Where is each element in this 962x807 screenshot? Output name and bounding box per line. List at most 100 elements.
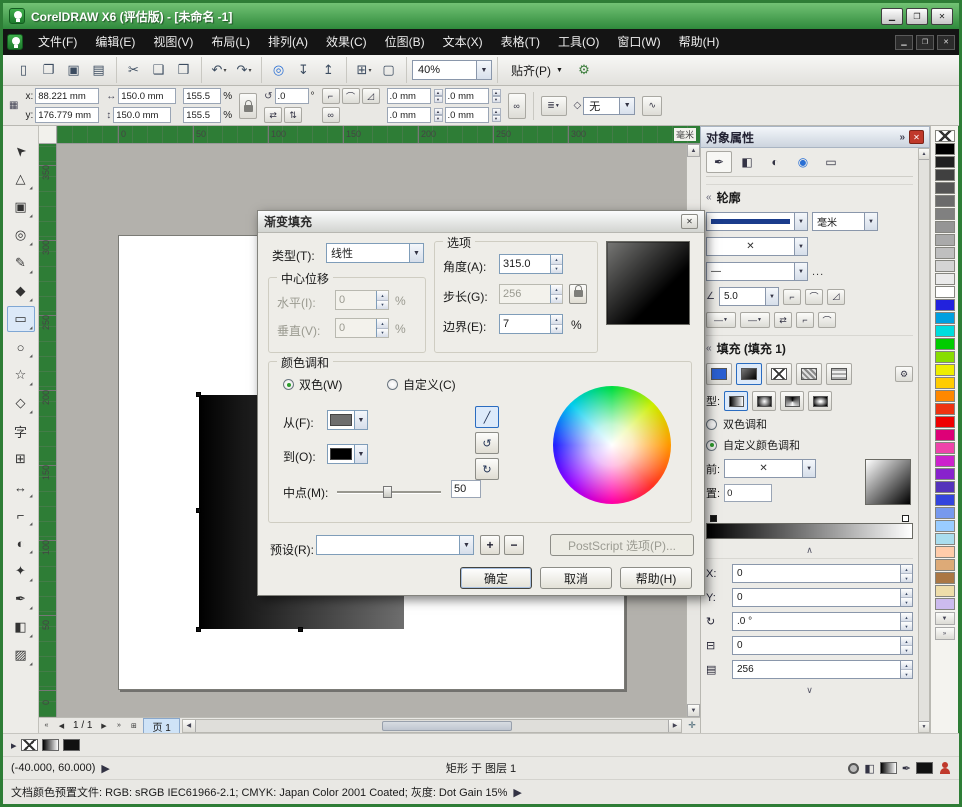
dimension-tool[interactable]: ↔ ◢ (7, 474, 35, 500)
menu-item[interactable]: 文本(X) (434, 29, 492, 55)
menu-item[interactable]: 表格(T) (492, 29, 549, 55)
collapse-docker-icon[interactable]: » (899, 132, 905, 143)
palette-flyout-icon[interactable]: » (935, 627, 955, 640)
swap-arrows-icon[interactable]: ⇄ (774, 312, 792, 328)
node-position-field[interactable]: 0 (724, 484, 772, 502)
two-color-blend-radio[interactable]: 双色调和 (706, 416, 913, 432)
direct-blend-button[interactable]: ╱ (475, 406, 499, 428)
transparency-tab[interactable]: ◐ (762, 151, 788, 173)
first-page-icon[interactable]: « (39, 719, 54, 733)
bevel-corner-icon[interactable]: ◿ (827, 289, 845, 305)
zoom-level-combo[interactable]: 40% ▼ (412, 60, 492, 80)
palette-swatch[interactable] (935, 169, 955, 181)
object-width-field[interactable]: 150.0 mm (118, 88, 176, 104)
dialog-title-bar[interactable]: 渐变填充 ✕ (258, 211, 704, 233)
eyedropper-tool[interactable]: ✦ ◢ (7, 558, 35, 584)
menu-item[interactable]: 编辑(E) (86, 29, 144, 55)
angle-input[interactable]: 315.0 ▲▼ (499, 254, 563, 274)
account-icon[interactable] (938, 762, 951, 775)
smart-fill-tool[interactable]: ◆ ◢ (7, 278, 35, 304)
object-height-field[interactable]: 150.0 mm (113, 107, 171, 123)
export-icon[interactable]: ↥ (317, 58, 341, 82)
miter-limit-combo[interactable]: 5.0 ▼ (719, 287, 779, 306)
conical-gradient-button[interactable] (780, 391, 804, 411)
relative-corner-scaling-icon[interactable]: ∞ (322, 107, 340, 123)
lock-ratio-icon[interactable] (239, 93, 257, 119)
doc-restore-button[interactable]: ❐ (916, 35, 934, 50)
shape-tool[interactable]: △ ◢ (7, 166, 35, 192)
palette-swatch[interactable] (935, 468, 955, 480)
clockwise-blend-button[interactable]: ↻ (475, 458, 499, 480)
doc-minimize-button[interactable]: ▁ (895, 35, 913, 50)
two-color-radio[interactable]: 双色(W) (283, 376, 342, 393)
frame-tab[interactable]: ▭ (818, 151, 844, 173)
node-color-combo[interactable]: ✕ ▼ (724, 459, 816, 478)
corner-radius-tr-field[interactable]: .0 mm (445, 88, 489, 104)
import-icon[interactable]: ↧ (292, 58, 316, 82)
vertical-ruler[interactable]: 350300250200150100500 (39, 144, 57, 717)
palette-swatch[interactable] (935, 377, 955, 389)
palette-swatch[interactable] (935, 273, 955, 285)
palette-swatch[interactable] (935, 312, 955, 324)
cut-icon[interactable]: ✂ (122, 58, 146, 82)
text-tool[interactable]: 字 (7, 418, 35, 444)
palette-swatch[interactable] (935, 494, 955, 506)
menu-item[interactable]: 视图(V) (144, 29, 202, 55)
close-button[interactable]: ✕ (931, 8, 953, 25)
palette-swatch[interactable] (935, 559, 955, 571)
line-style-combo[interactable]: — ▼ (706, 262, 808, 281)
record-icon[interactable] (848, 763, 859, 774)
outline-tab[interactable]: ✒ (706, 151, 732, 173)
scale-v-field[interactable]: 155.5 (183, 107, 221, 123)
line-style-settings-button[interactable]: ... (812, 266, 824, 278)
palette-swatch[interactable] (935, 195, 955, 207)
edit-fill-icon[interactable]: ⚙ (895, 366, 913, 382)
color-wheel[interactable] (553, 386, 671, 504)
gradient-stop-end[interactable] (902, 515, 909, 522)
minimize-button[interactable]: ▁ (881, 8, 903, 25)
scroll-down-icon[interactable]: ▼ (687, 704, 700, 717)
scroll-up-icon[interactable]: ▲ (687, 144, 700, 157)
rectangle-tool[interactable]: ▭ ◢ (7, 306, 35, 332)
section-chevron-icon[interactable]: « (706, 343, 712, 354)
mirror-vertical-icon[interactable]: ⇅ (284, 107, 302, 123)
to-color-picker[interactable]: ▼ (327, 444, 368, 464)
custom-radio[interactable]: 自定义(C) (387, 376, 456, 393)
midpoint-slider[interactable] (337, 491, 441, 494)
palette-swatch[interactable] (935, 455, 955, 467)
edge-pad-input[interactable]: 7 ▲▼ (499, 314, 563, 334)
add-preset-button[interactable]: + (480, 535, 500, 555)
menu-item[interactable]: 文件(F) (29, 29, 86, 55)
add-page-icon[interactable]: ⊞ (126, 719, 141, 733)
menu-item[interactable]: 工具(O) (549, 29, 608, 55)
palette-swatch[interactable] (935, 208, 955, 220)
custom-color-blend-radio[interactable]: 自定义颜色调和 (706, 437, 913, 453)
y-position-field[interactable]: 176.779 mm (35, 107, 99, 123)
palette-swatch[interactable] (935, 234, 955, 246)
palette-swatch[interactable] (935, 143, 955, 155)
fill-color-indicator[interactable] (42, 739, 59, 751)
expand-icon[interactable]: ▸ (11, 739, 17, 752)
current-outline-swatch[interactable] (916, 762, 933, 774)
palette-swatch[interactable] (935, 403, 955, 415)
options-icon[interactable]: ⚙ (572, 58, 596, 82)
fountain-fill-button[interactable] (736, 363, 762, 385)
outline-color-indicator[interactable] (63, 739, 80, 751)
palette-swatch[interactable] (935, 247, 955, 259)
copy-icon[interactable]: ❑ (147, 58, 171, 82)
rotation-angle-field[interactable]: .0 (275, 88, 309, 104)
palette-swatch[interactable] (935, 546, 955, 558)
fill-tool[interactable]: ◧ ◢ (7, 614, 35, 640)
palette-swatch[interactable] (935, 416, 955, 428)
palette-scroll-down-icon[interactable]: ▼ (935, 612, 955, 625)
next-page-icon[interactable]: ▶ (96, 719, 111, 733)
restore-button[interactable]: ❐ (906, 8, 928, 25)
arrow-start-button[interactable]: —▼ (706, 312, 736, 328)
doc-close-button[interactable]: ✕ (937, 35, 955, 50)
chamfered-corner-icon[interactable]: ◿ (362, 88, 380, 104)
save-icon[interactable]: ▣ (62, 58, 86, 82)
no-color-indicator[interactable] (21, 739, 38, 751)
no-color-swatch[interactable] (935, 130, 955, 142)
midpoint-value-field[interactable]: 50 (451, 480, 481, 498)
edit-corners-together-icon[interactable]: ∞ (508, 93, 526, 119)
